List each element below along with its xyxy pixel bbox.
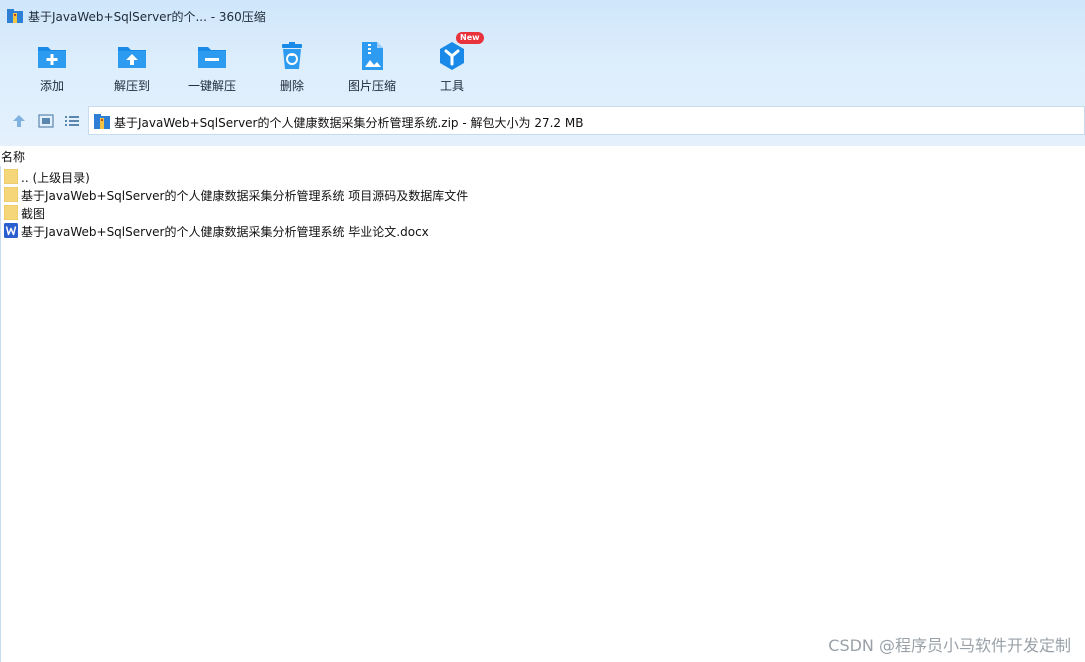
extract-to-label: 解压到 xyxy=(113,79,150,93)
toolbar: 添加 解压到 一键解压 删除 图片压缩 New 工具 xyxy=(12,32,492,98)
zip-file-icon xyxy=(94,114,110,129)
app-window: 基于JavaWeb+SqlServer的个... - 360压缩 添加 解压到 xyxy=(0,0,1085,662)
list-item-name: 基于JavaWeb+SqlServer的个人健康数据采集分析管理系统 毕业论文.… xyxy=(21,225,429,239)
window-title: 基于JavaWeb+SqlServer的个... - 360压缩 xyxy=(28,10,266,24)
address-bar[interactable]: 基于JavaWeb+SqlServer的个人健康数据采集分析管理系统.zip -… xyxy=(88,106,1085,135)
word-doc-icon xyxy=(4,223,18,238)
file-list: .. (上级目录) 基于JavaWeb+SqlServer的个人健康数据采集分析… xyxy=(0,168,1085,240)
address-path: 基于JavaWeb+SqlServer的个人健康数据采集分析管理系统.zip -… xyxy=(114,116,584,130)
list-item[interactable]: 基于JavaWeb+SqlServer的个人健康数据采集分析管理系统 项目源码及… xyxy=(0,186,1085,204)
image-compress-label: 图片压缩 xyxy=(347,79,396,93)
image-compress-button[interactable]: 图片压缩 xyxy=(332,36,412,98)
trash-icon xyxy=(282,42,302,69)
delete-button[interactable]: 删除 xyxy=(252,36,332,98)
folder-icon xyxy=(4,169,18,184)
new-badge: New xyxy=(456,32,484,44)
list-view-icon[interactable] xyxy=(64,113,80,129)
extract-to-icon xyxy=(118,47,146,68)
list-header: 名称 xyxy=(0,146,1085,166)
one-click-extract-label: 一键解压 xyxy=(187,79,236,93)
add-folder-icon xyxy=(38,47,66,68)
list-item[interactable]: .. (上级目录) xyxy=(0,168,1085,186)
tools-button[interactable]: New 工具 xyxy=(412,32,492,98)
add-label: 添加 xyxy=(39,79,64,93)
tools-icon xyxy=(440,42,464,70)
thumbnail-view-icon[interactable] xyxy=(38,113,54,129)
archive-icon xyxy=(7,9,23,23)
list-item-name: .. (上级目录) xyxy=(21,171,90,185)
add-button[interactable]: 添加 xyxy=(12,36,92,98)
arrow-up-icon[interactable] xyxy=(11,113,27,129)
folder-icon xyxy=(4,205,18,220)
watermark-text: CSDN @程序员小马软件开发定制 xyxy=(828,636,1071,655)
list-item[interactable]: 基于JavaWeb+SqlServer的个人健康数据采集分析管理系统 毕业论文.… xyxy=(0,222,1085,240)
extract-to-button[interactable]: 解压到 xyxy=(92,36,172,98)
title-bar: 基于JavaWeb+SqlServer的个... - 360压缩 xyxy=(0,0,1085,32)
list-item-name: 截图 xyxy=(21,207,46,221)
delete-label: 删除 xyxy=(279,79,304,93)
image-compress-icon xyxy=(362,42,383,70)
column-name-header[interactable]: 名称 xyxy=(1,148,25,165)
tools-label: 工具 xyxy=(439,79,464,93)
nav-row: 基于JavaWeb+SqlServer的个人健康数据采集分析管理系统.zip -… xyxy=(0,106,1085,136)
folder-icon xyxy=(4,187,18,202)
list-left-border xyxy=(0,166,1,662)
one-click-extract-button[interactable]: 一键解压 xyxy=(172,36,252,98)
one-click-extract-icon xyxy=(198,47,226,68)
list-item-name: 基于JavaWeb+SqlServer的个人健康数据采集分析管理系统 项目源码及… xyxy=(21,189,469,203)
list-item[interactable]: 截图 xyxy=(0,204,1085,222)
